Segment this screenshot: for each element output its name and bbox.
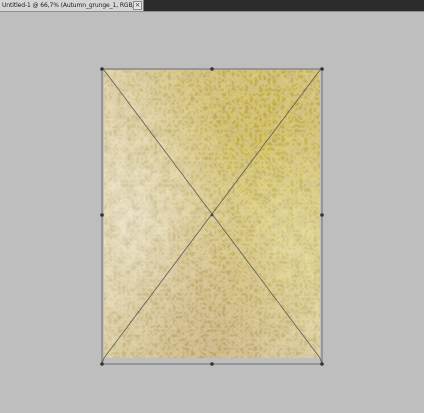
transform-center-icon[interactable]: [210, 213, 214, 217]
transform-overlay: [100, 67, 324, 366]
transform-handle-icon[interactable]: [100, 362, 104, 366]
transform-bounding-box: [101, 68, 323, 365]
transform-handle-icon[interactable]: [320, 213, 324, 217]
transform-handle-icon[interactable]: [210, 67, 214, 71]
transform-handle-icon[interactable]: [320, 362, 324, 366]
transform-handle-icon[interactable]: [320, 67, 324, 71]
transform-handle-icon[interactable]: [100, 213, 104, 217]
transform-handle-icon[interactable]: [210, 362, 214, 366]
transform-handle-icon[interactable]: [100, 67, 104, 71]
